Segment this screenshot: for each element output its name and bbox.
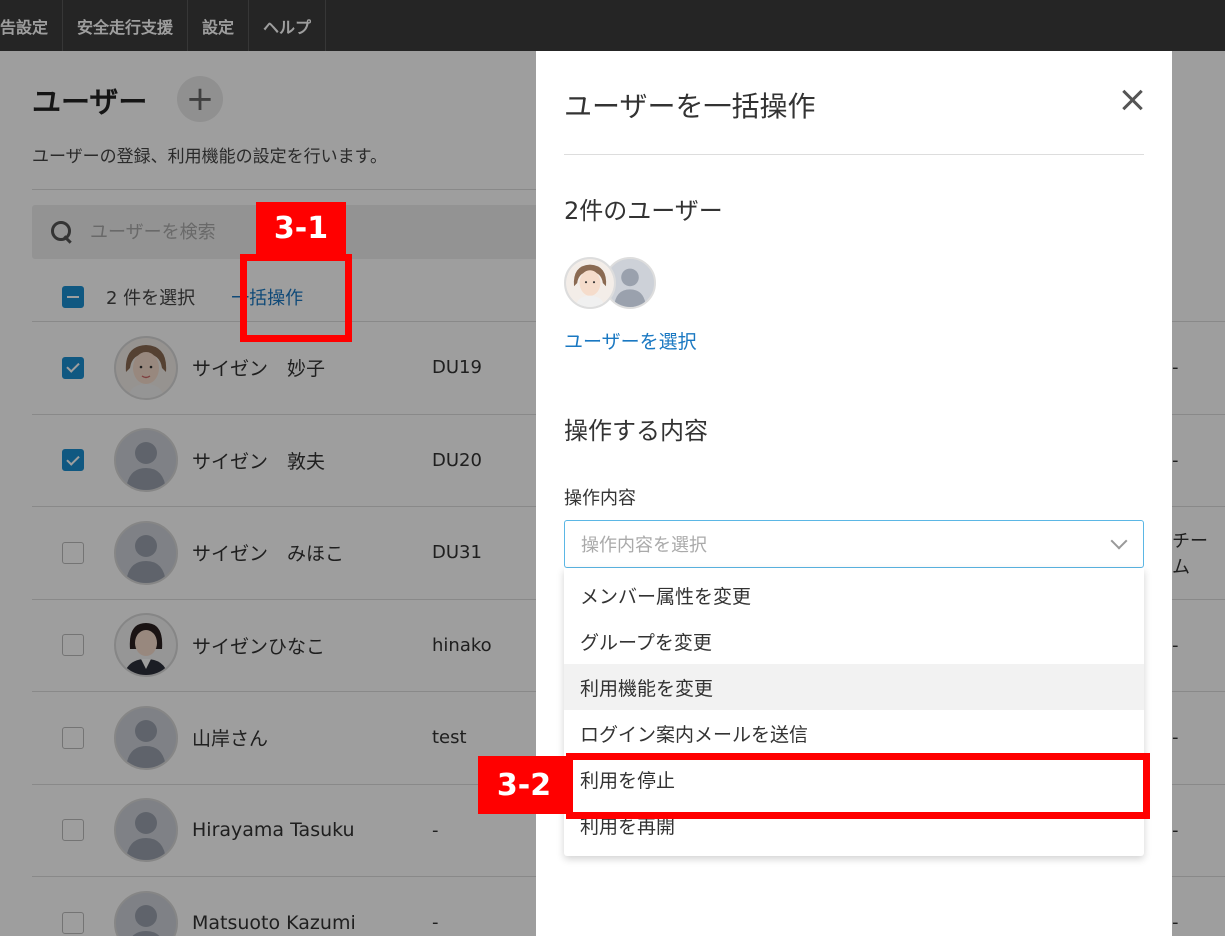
operation-label: 操作内容 xyxy=(564,488,636,509)
option-change-group[interactable]: グループを変更 xyxy=(564,618,1144,664)
operation-placeholder: 操作内容を選択 xyxy=(581,535,707,556)
selected-users-count: 2件のユーザー xyxy=(564,197,723,225)
close-icon[interactable] xyxy=(1120,87,1146,113)
option-change-features[interactable]: 利用機能を変更 xyxy=(564,664,1144,710)
divider xyxy=(564,154,1144,155)
callout-box-3-1 xyxy=(240,254,352,342)
avatar xyxy=(564,257,616,309)
option-send-login-email[interactable]: ログイン案内メールを送信 xyxy=(564,710,1144,756)
operation-heading: 操作する内容 xyxy=(564,417,708,445)
callout-box-3-2 xyxy=(566,753,1150,819)
option-change-member-attributes[interactable]: メンバー属性を変更 xyxy=(564,572,1144,618)
select-users-link[interactable]: ユーザーを選択 xyxy=(564,327,697,354)
modal-title: ユーザーを一括操作 xyxy=(564,90,816,123)
callout-label-3-2: 3-2 xyxy=(478,756,570,814)
operation-select[interactable]: 操作内容を選択 xyxy=(564,520,1144,568)
selected-avatars xyxy=(564,257,664,311)
chevron-down-icon xyxy=(1110,532,1128,550)
callout-label-3-1: 3-1 xyxy=(256,202,346,254)
